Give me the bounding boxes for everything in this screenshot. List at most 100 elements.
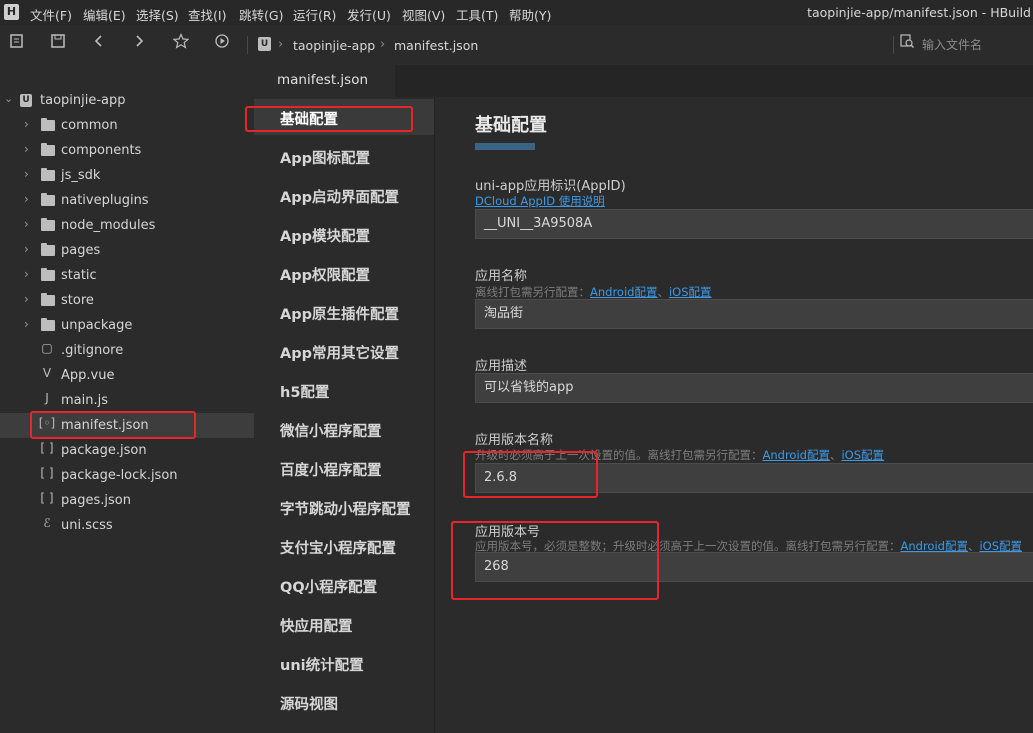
app-name-field[interactable]: 淘品街 xyxy=(475,299,1033,329)
chevron-right-icon: › xyxy=(380,37,386,52)
breadcrumb-project[interactable]: taopinjie-app xyxy=(293,38,375,53)
tree-folder[interactable]: › node_modules xyxy=(0,213,254,238)
menu-publish[interactable]: 发行(U) xyxy=(347,5,391,24)
tree-project-root[interactable]: ⌄ U taopinjie-app xyxy=(0,88,254,113)
window-title: taopinjie-app/manifest.json - HBuild xyxy=(807,5,1031,20)
ios-config-link[interactable]: iOS配置 xyxy=(669,285,712,299)
folder-icon xyxy=(41,118,55,131)
tab-manifest-json[interactable]: manifest.json xyxy=(254,65,395,97)
appid-field[interactable]: __UNI__3A9508A xyxy=(475,209,1033,239)
tree-folder[interactable]: › store xyxy=(0,288,254,313)
tree-file[interactable]: [ ] package-lock.json xyxy=(0,463,254,488)
android-config-link[interactable]: Android配置 xyxy=(590,285,657,299)
settings-nav-label: App常用其它设置 xyxy=(280,346,399,362)
settings-nav-item[interactable]: App常用其它设置 xyxy=(254,333,434,369)
appid-label: uni-app应用标识(AppID) xyxy=(475,179,626,194)
settings-nav-item[interactable]: App权限配置 xyxy=(254,255,434,291)
settings-nav-item[interactable]: App原生插件配置 xyxy=(254,294,434,330)
run-icon[interactable] xyxy=(211,33,233,55)
tree-label: manifest.json xyxy=(61,418,149,433)
settings-nav-item[interactable]: 字节跳动小程序配置 xyxy=(254,489,434,525)
tree-folder[interactable]: › static xyxy=(0,263,254,288)
folder-icon xyxy=(41,193,55,206)
app-name-hint: 离线打包需另行配置：Android配置、iOS配置 xyxy=(475,285,712,299)
toolbar-divider xyxy=(893,36,894,54)
folder-icon xyxy=(41,143,55,156)
tree-file[interactable]: ▢ .gitignore xyxy=(0,338,254,363)
settings-nav-item[interactable]: 百度小程序配置 xyxy=(254,450,434,486)
settings-nav-item[interactable]: 支付宝小程序配置 xyxy=(254,528,434,564)
settings-nav-item[interactable]: 基础配置 xyxy=(254,99,434,135)
ios-config-link[interactable]: iOS配置 xyxy=(979,539,1022,553)
settings-nav-item[interactable]: 微信小程序配置 xyxy=(254,411,434,447)
settings-nav-item[interactable]: 源码视图 xyxy=(254,684,434,720)
appid-help-link[interactable]: DCloud AppID 使用说明 xyxy=(475,194,605,208)
menu-goto[interactable]: 跳转(G) xyxy=(239,5,283,24)
tree-folder[interactable]: › components xyxy=(0,138,254,163)
tree-folder[interactable]: › js_sdk xyxy=(0,163,254,188)
back-icon[interactable] xyxy=(88,33,110,55)
app-desc-field[interactable]: 可以省钱的app xyxy=(475,373,1033,403)
tree-file[interactable]: ℰuni.scss xyxy=(0,513,254,538)
menu-tools[interactable]: 工具(T) xyxy=(456,5,498,24)
tree-file[interactable]: [ ] pages.json xyxy=(0,488,254,513)
save-icon[interactable] xyxy=(47,33,69,55)
tree-file[interactable]: [◦] manifest.json xyxy=(0,413,254,438)
chevron-right-icon[interactable]: › xyxy=(24,217,29,231)
chevron-right-icon[interactable]: › xyxy=(24,117,29,131)
file-search-icon xyxy=(896,33,918,55)
tree-file[interactable]: [ ] package.json xyxy=(0,438,254,463)
file-search-input[interactable] xyxy=(920,31,1033,59)
version-name-label: 应用版本名称 xyxy=(475,433,554,448)
settings-nav-item[interactable]: h5配置 xyxy=(254,372,434,408)
settings-nav-label: 百度小程序配置 xyxy=(280,463,382,479)
settings-nav-label: 源码视图 xyxy=(280,697,338,713)
file-icon: ▢ xyxy=(41,341,53,355)
menu-run[interactable]: 运行(R) xyxy=(293,5,336,24)
breadcrumb-file[interactable]: manifest.json xyxy=(394,38,478,53)
settings-nav-item[interactable]: App启动界面配置 xyxy=(254,177,434,213)
chevron-right-icon[interactable]: › xyxy=(24,242,29,256)
settings-nav-item[interactable]: QQ小程序配置 xyxy=(254,567,434,603)
menu-edit[interactable]: 编辑(E) xyxy=(83,5,126,24)
chevron-right-icon[interactable]: › xyxy=(24,192,29,206)
version-name-field[interactable]: 2.6.8 xyxy=(475,463,1033,493)
chevron-down-icon[interactable]: ⌄ xyxy=(4,92,13,105)
settings-nav-label: App原生插件配置 xyxy=(280,307,399,323)
file-icon: ℰ xyxy=(43,516,51,530)
tree-label: main.js xyxy=(61,393,108,408)
tree-file[interactable]: V App.vue xyxy=(0,363,254,388)
version-code-field[interactable]: 268 xyxy=(475,552,1033,582)
tree-folder[interactable]: › unpackage xyxy=(0,313,254,338)
ios-config-link[interactable]: iOS配置 xyxy=(841,448,884,462)
tree-file[interactable]: Jmain.js xyxy=(0,388,254,413)
settings-nav-item[interactable]: App模块配置 xyxy=(254,216,434,252)
menu-file[interactable]: 文件(F) xyxy=(30,5,72,24)
tree-label: uni.scss xyxy=(61,518,113,533)
settings-nav-label: App启动界面配置 xyxy=(280,190,399,206)
forward-icon[interactable] xyxy=(128,33,150,55)
chevron-right-icon[interactable]: › xyxy=(24,142,29,156)
android-config-link[interactable]: Android配置 xyxy=(763,448,830,462)
chevron-right-icon[interactable]: › xyxy=(24,267,29,281)
tree-folder[interactable]: › nativeplugins xyxy=(0,188,254,213)
version-name-hint: 升级时必须高于上一次设置的值。离线打包需另行配置：Android配置、iOS配置 xyxy=(475,448,885,462)
tree-folder[interactable]: › pages xyxy=(0,238,254,263)
settings-nav-item[interactable]: uni统计配置 xyxy=(254,645,434,681)
menu-select[interactable]: 选择(S) xyxy=(136,5,179,24)
star-icon[interactable] xyxy=(170,33,192,55)
android-config-link[interactable]: Android配置 xyxy=(901,539,968,553)
menu-help[interactable]: 帮助(Y) xyxy=(509,5,551,24)
chevron-right-icon[interactable]: › xyxy=(24,292,29,306)
tree-folder[interactable]: › common xyxy=(0,113,254,138)
menu-find[interactable]: 查找(I) xyxy=(188,5,226,24)
tree-label: components xyxy=(61,143,142,158)
chevron-right-icon[interactable]: › xyxy=(24,167,29,181)
settings-nav-item[interactable]: 快应用配置 xyxy=(254,606,434,642)
menu-view[interactable]: 视图(V) xyxy=(402,5,445,24)
chevron-right-icon[interactable]: › xyxy=(24,317,29,331)
save-all-icon[interactable] xyxy=(6,33,28,55)
tab-label: manifest.json xyxy=(277,72,369,88)
settings-nav-item[interactable]: App图标配置 xyxy=(254,138,434,174)
manifest-settings-nav: 基础配置 App图标配置 App启动界面配置 App模块配置 App权限配置 App原生插… xyxy=(254,97,435,733)
